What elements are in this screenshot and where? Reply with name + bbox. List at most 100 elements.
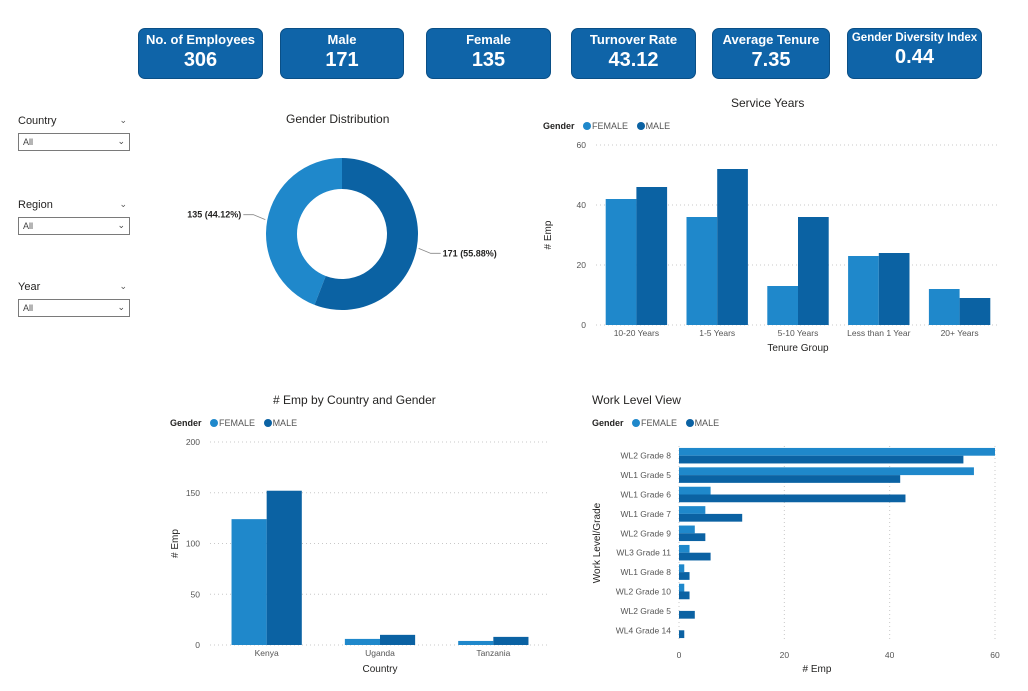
y-tick-label: WL3 Grade 11 xyxy=(616,548,671,558)
male-legend-dot xyxy=(636,122,645,130)
x-tick-label: 1-5 Years xyxy=(699,328,735,338)
dropdown-value: All xyxy=(23,303,34,313)
y-tick-label: WL2 Grade 8 xyxy=(620,451,671,461)
legend-title: Gender xyxy=(592,418,624,428)
bar-male-wl4-grade-14 xyxy=(679,630,685,639)
donut-slice-male xyxy=(314,158,418,310)
x-tick-label: Tanzania xyxy=(476,648,510,658)
bar-male-wl3-grade-11 xyxy=(679,552,711,561)
chart-title-emp-by-country: # Emp by Country and Gender xyxy=(273,393,436,407)
chevron-down-icon: ⌄ xyxy=(117,302,125,312)
y-axis-title: Work Level/Grade xyxy=(592,502,603,583)
dropdown-value: All xyxy=(23,137,34,147)
bar-female-tanzania xyxy=(458,640,494,645)
country-dropdown[interactable]: All ⌄ xyxy=(18,133,130,151)
slicer-title: Region xyxy=(18,199,53,211)
y-tick-label: 0 xyxy=(195,640,200,650)
chevron-down-icon: ⌄ xyxy=(117,136,125,146)
bar-female-20-years xyxy=(928,289,960,325)
chart-title-gender-distribution: Gender Distribution xyxy=(286,112,390,126)
year-dropdown[interactable]: All ⌄ xyxy=(18,299,130,317)
slicer-title: Country xyxy=(18,115,57,127)
donut-leader-line xyxy=(243,214,266,221)
bar-male-10-20-years xyxy=(636,187,668,325)
chevron-down-icon[interactable]: ⌄ xyxy=(119,282,127,292)
bar-female-wl2-grade-10 xyxy=(679,583,685,592)
slicer-region: Region ⌄ All ⌄ xyxy=(18,199,130,235)
kpi-card-employees: No. of Employees 306 xyxy=(138,28,263,79)
y-tick-label: WL2 Grade 9 xyxy=(620,528,671,538)
x-tick-label: 5-10 Years xyxy=(778,328,819,338)
legend-male[interactable]: MALE xyxy=(695,418,720,428)
y-tick-label: WL4 Grade 14 xyxy=(616,625,672,635)
bar-female-wl1-grade-6 xyxy=(679,486,711,495)
kpi-card-female: Female 135 xyxy=(426,28,551,79)
bar-male-1-5-years xyxy=(717,169,748,325)
bar-male-kenya xyxy=(266,490,302,645)
y-tick-label: 50 xyxy=(191,589,201,599)
bar-male-20-years xyxy=(959,298,991,325)
chevron-down-icon: ⌄ xyxy=(117,220,125,230)
bar-female-10-20-years xyxy=(605,199,637,325)
y-tick-label: 0 xyxy=(581,320,586,330)
kpi-label: Turnover Rate xyxy=(589,32,678,47)
legend-emp-by-country: Gender FEMALE MALE xyxy=(170,418,297,428)
legend-female[interactable]: FEMALE xyxy=(641,418,677,428)
kpi-label: Male xyxy=(327,32,357,47)
female-legend-dot xyxy=(632,419,641,427)
bar-male-wl2-grade-10 xyxy=(679,591,690,600)
x-axis-title: Tenure Group xyxy=(767,343,829,354)
bar-male-less-than-1-year xyxy=(878,253,910,325)
x-tick-label: Less than 1 Year xyxy=(847,328,911,338)
legend-female[interactable]: FEMALE xyxy=(592,121,628,131)
kpi-value: 43.12 xyxy=(608,49,659,71)
bar-female-wl1-grade-5 xyxy=(679,467,974,476)
bar-male-wl2-grade-9 xyxy=(679,533,706,542)
legend-female[interactable]: FEMALE xyxy=(219,418,255,428)
bar-male-5-10-years xyxy=(798,217,829,325)
bar-female-wl2-grade-8 xyxy=(679,447,995,456)
y-axis-title: # Emp xyxy=(170,529,181,558)
kpi-label: Female xyxy=(466,32,511,47)
legend-service-years: Gender FEMALE MALE xyxy=(543,121,670,131)
donut-data-label: 171 (55.88%) xyxy=(443,248,497,258)
bar-female-wl1-grade-7 xyxy=(679,506,706,514)
chart-title-service-years: Service Years xyxy=(731,96,805,110)
bar-male-wl1-grade-5 xyxy=(679,475,901,483)
legend-male[interactable]: MALE xyxy=(646,121,671,131)
y-tick-label: WL1 Grade 6 xyxy=(620,490,671,500)
region-dropdown[interactable]: All ⌄ xyxy=(18,217,130,235)
male-legend-dot xyxy=(685,419,694,427)
y-axis-title: # Emp xyxy=(543,220,554,249)
y-tick-label: 60 xyxy=(577,140,587,150)
kpi-value: 0.44 xyxy=(895,46,934,68)
y-tick-label: WL2 Grade 10 xyxy=(616,587,672,597)
y-tick-label: 20 xyxy=(577,260,587,270)
bar-male-wl1-grade-6 xyxy=(679,494,906,503)
donut-slice-female xyxy=(265,158,342,305)
legend-work-level: Gender FEMALE MALE xyxy=(592,418,719,428)
kpi-card-average-tenure: Average Tenure 7.35 xyxy=(712,28,830,79)
chevron-down-icon[interactable]: ⌄ xyxy=(119,200,127,210)
bar-male-wl2-grade-5 xyxy=(679,610,695,619)
x-axis-title: Country xyxy=(362,664,397,675)
y-tick-label: 150 xyxy=(186,488,200,498)
x-tick-label: 0 xyxy=(677,650,682,660)
kpi-value: 171 xyxy=(325,49,359,71)
slicer-year: Year ⌄ All ⌄ xyxy=(18,281,130,317)
x-tick-label: 60 xyxy=(990,650,1000,660)
chevron-down-icon[interactable]: ⌄ xyxy=(119,116,127,126)
x-tick-label: 40 xyxy=(885,650,895,660)
x-tick-label: 20+ Years xyxy=(941,328,979,338)
bar-female-wl1-grade-8 xyxy=(679,564,685,573)
slicer-country: Country ⌄ All ⌄ xyxy=(18,115,130,151)
legend-male[interactable]: MALE xyxy=(273,418,298,428)
donut-data-label: 135 (44.12%) xyxy=(187,210,241,220)
bar-male-wl2-grade-8 xyxy=(679,455,964,464)
kpi-label: No. of Employees xyxy=(145,32,256,47)
bar-female-wl2-grade-9 xyxy=(679,525,695,534)
slicer-title: Year xyxy=(18,281,41,293)
bar-male-wl1-grade-8 xyxy=(679,572,690,580)
bar-female-1-5-years xyxy=(686,217,718,325)
kpi-label: Gender Diversity Index xyxy=(851,32,978,44)
